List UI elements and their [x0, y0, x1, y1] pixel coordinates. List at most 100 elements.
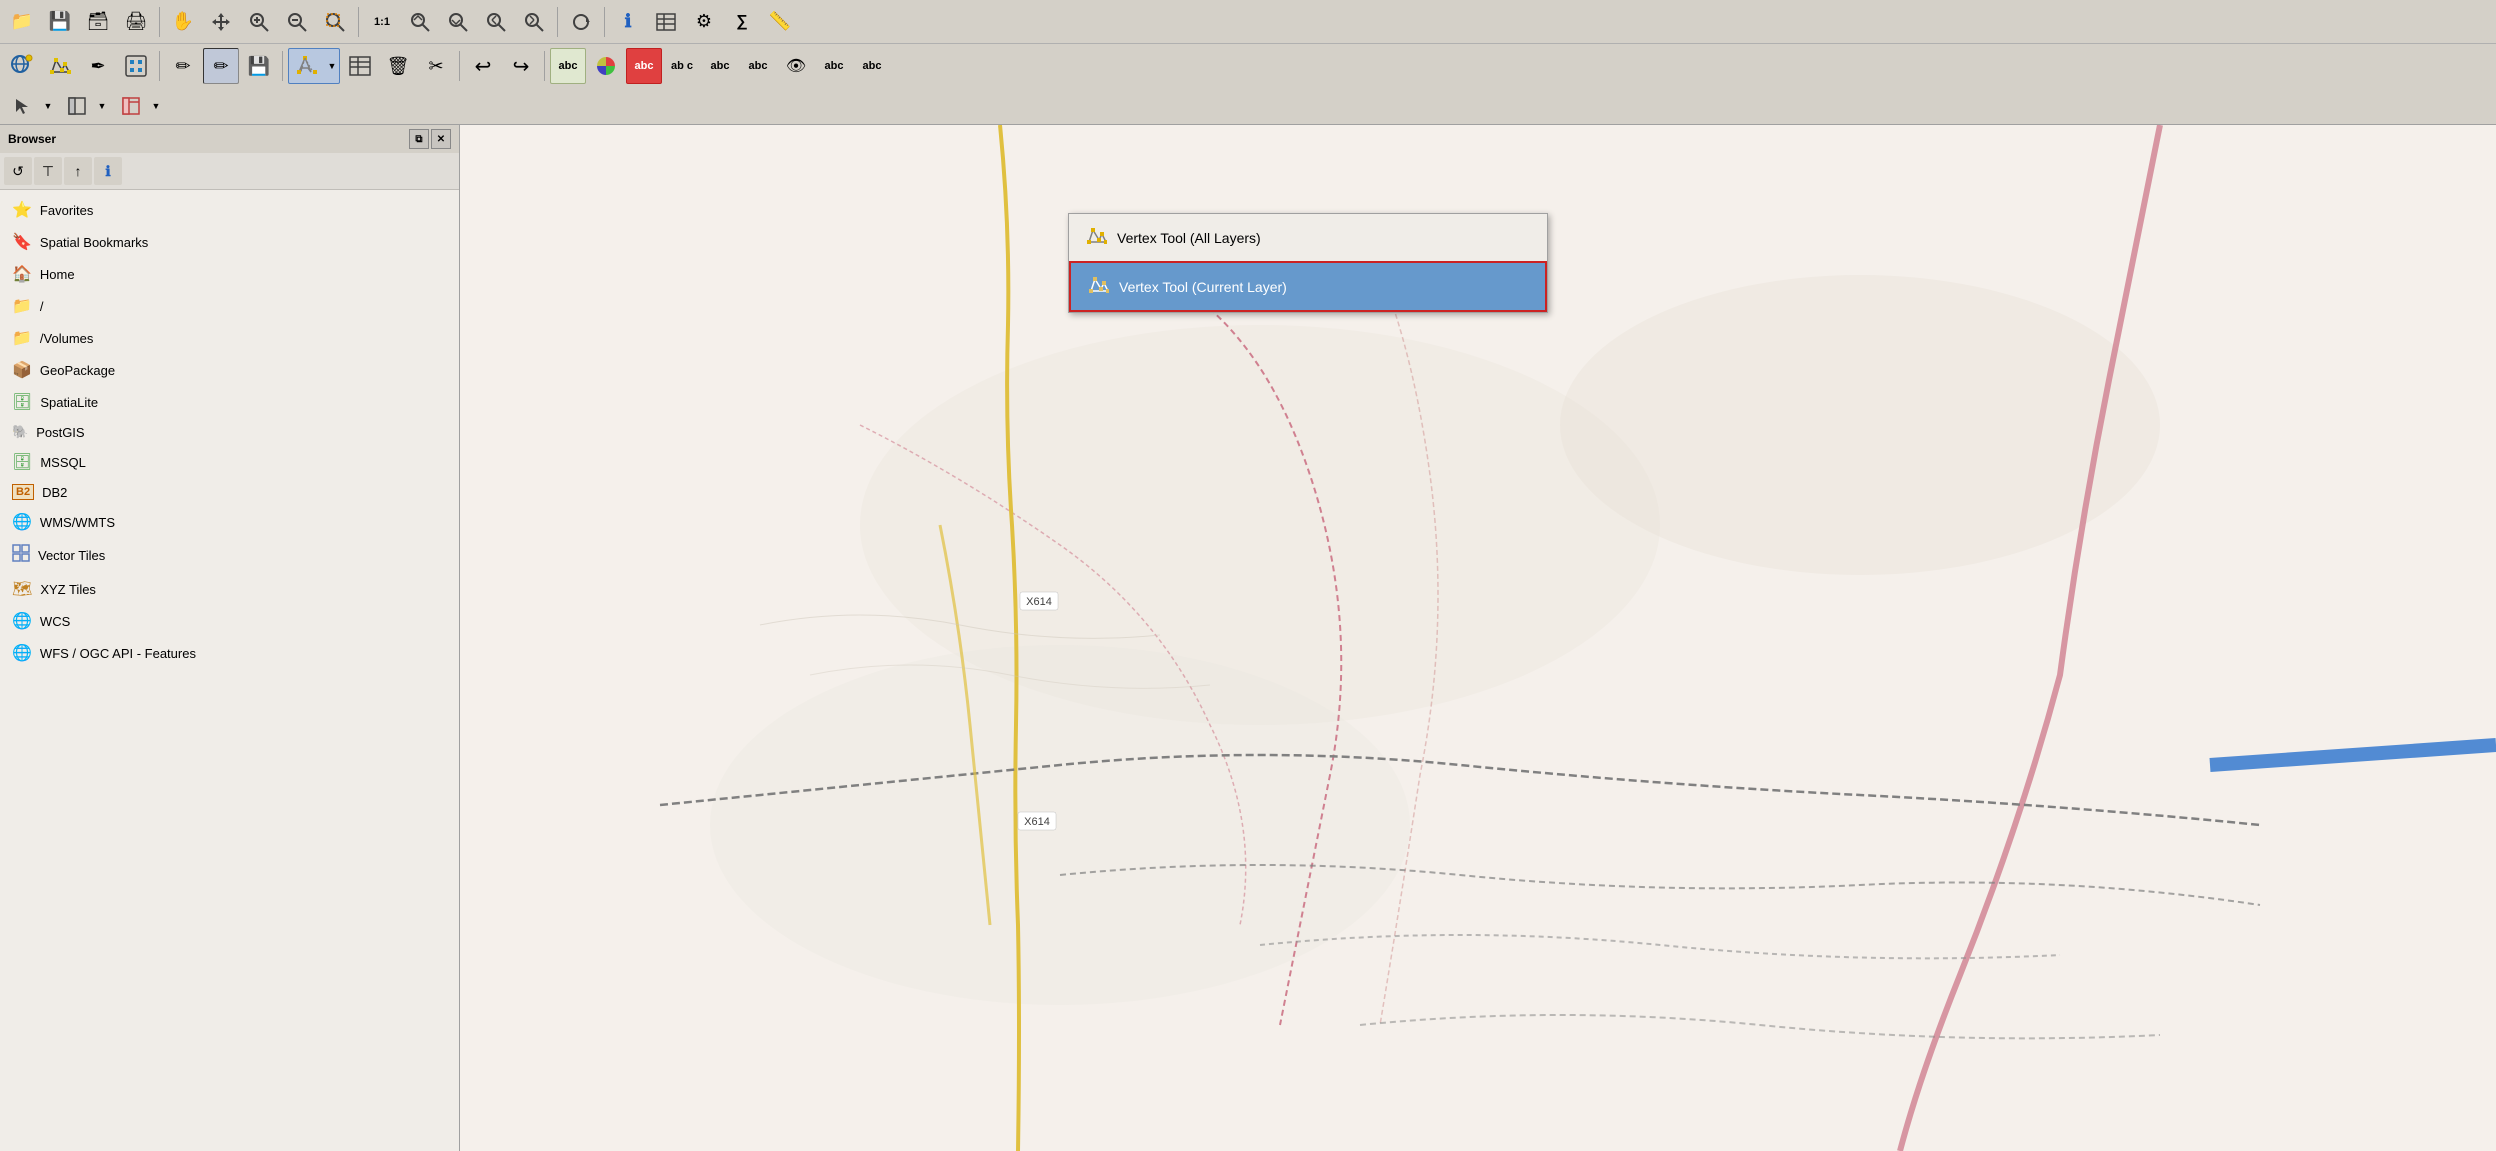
ruler-button[interactable]: 📏: [762, 4, 798, 40]
root-icon: 📁: [12, 296, 32, 316]
feather-button[interactable]: ✒: [80, 48, 116, 84]
browser-item-db2[interactable]: B2 DB2: [0, 478, 459, 506]
wfs-icon: 🌐: [12, 643, 32, 663]
browser-item-wms-wmts[interactable]: 🌐 WMS/WMTS: [0, 506, 459, 538]
svg-text:X614: X614: [1026, 596, 1052, 608]
panel-close-button[interactable]: ✕: [431, 129, 451, 149]
xyz-icon: 🗺: [12, 579, 32, 599]
separator-r2-1: [159, 51, 160, 81]
zoom-native-button[interactable]: 1:1: [364, 4, 400, 40]
vector-tiles-icon: [12, 544, 30, 567]
browser-item-favorites[interactable]: ⭐ Favorites: [0, 194, 459, 226]
eye-button[interactable]: 👁: [778, 48, 814, 84]
select-dropdown-arrow[interactable]: ▼: [41, 88, 55, 124]
postgis-label: PostGIS: [36, 425, 84, 440]
browser-item-vector-tiles[interactable]: Vector Tiles: [0, 538, 459, 573]
panel-float-button[interactable]: ⧉: [409, 129, 429, 149]
zoom-layer-button[interactable]: [440, 4, 476, 40]
pencil-button[interactable]: ✏: [165, 48, 201, 84]
spatialite-label: SpatiaLite: [40, 395, 98, 410]
vertex-tool-dropdown-button[interactable]: ▼: [288, 48, 340, 84]
map-area[interactable]: X614 X614 Vertex Tool (All Layers) Verte…: [460, 125, 2496, 1151]
undo-button[interactable]: ↩: [465, 48, 501, 84]
browser-item-wfs[interactable]: 🌐 WFS / OGC API - Features: [0, 637, 459, 669]
main-layout: Browser ⧉ ✕ ↺ ⊤ ↑ ℹ ⭐ Favorites 🔖 Spatia…: [0, 125, 2496, 1151]
panel-dropdown-arrow[interactable]: ▼: [95, 88, 109, 124]
browser-item-volumes[interactable]: 📁 /Volumes: [0, 322, 459, 354]
separator-4: [604, 7, 605, 37]
browser-item-geopackage[interactable]: 📦 GeoPackage: [0, 354, 459, 386]
delete-feature-button[interactable]: 🗑: [380, 48, 416, 84]
zoom-previous-button[interactable]: [478, 4, 514, 40]
zoom-out-button[interactable]: [279, 4, 315, 40]
zoom-full-button[interactable]: [402, 4, 438, 40]
browser-item-postgis[interactable]: 🐘 PostGIS: [0, 418, 459, 446]
zoom-in-button[interactable]: [241, 4, 277, 40]
label-button-6[interactable]: abc: [854, 48, 890, 84]
label-button-2[interactable]: ab c: [664, 48, 700, 84]
browser-item-xyz-tiles[interactable]: 🗺 XYZ Tiles: [0, 573, 459, 605]
settings-button[interactable]: ⚙: [686, 4, 722, 40]
label-button-4[interactable]: abc: [740, 48, 776, 84]
label-button-1[interactable]: abc: [550, 48, 586, 84]
label-button-3[interactable]: abc: [702, 48, 738, 84]
db2-icon: B2: [12, 484, 34, 500]
pie-chart-button[interactable]: [588, 48, 624, 84]
browser-info-button[interactable]: ℹ: [94, 157, 122, 185]
wfs-label: WFS / OGC API - Features: [40, 646, 196, 661]
vertex-tool-all-layers-label: Vertex Tool (All Layers): [1117, 230, 1261, 246]
browser-filter-button[interactable]: ⊤: [34, 157, 62, 185]
zoom-rubber-band-button[interactable]: [317, 4, 353, 40]
browser-refresh-button[interactable]: ↺: [4, 157, 32, 185]
attributes-table-button[interactable]: [648, 4, 684, 40]
save-as-button[interactable]: 🗃: [80, 4, 116, 40]
vertex-tool-dropdown-arrow[interactable]: ▼: [325, 48, 339, 84]
spatial-bookmarks-icon: 🔖: [12, 232, 32, 252]
geopackage-label: GeoPackage: [40, 363, 115, 378]
zoom-next-button[interactable]: [516, 4, 552, 40]
select-tool-dropdown[interactable]: ▼: [4, 88, 56, 124]
home-icon: 🏠: [12, 264, 32, 284]
vertex-tool-icon: [289, 48, 325, 84]
db2-label: DB2: [42, 485, 67, 500]
sum-button[interactable]: ∑: [724, 4, 760, 40]
identify-button[interactable]: ℹ: [610, 4, 646, 40]
open-folder-button[interactable]: 📁: [4, 4, 40, 40]
redo-button[interactable]: ↪: [503, 48, 539, 84]
globe-digitize-button[interactable]: [4, 48, 40, 84]
label-button-5[interactable]: abc: [816, 48, 852, 84]
browser-collapse-button[interactable]: ↑: [64, 157, 92, 185]
save-button[interactable]: 💾: [42, 4, 78, 40]
layers-dropdown-arrow[interactable]: ▼: [149, 88, 163, 124]
wms-icon: 🌐: [12, 512, 32, 532]
edit-table-button[interactable]: [342, 48, 378, 84]
separator-r2-3: [459, 51, 460, 81]
cut-feature-button[interactable]: ✂: [418, 48, 454, 84]
layers-toggle-dropdown[interactable]: ▼: [112, 88, 164, 124]
separator-r2-4: [544, 51, 545, 81]
browser-item-home[interactable]: 🏠 Home: [0, 258, 459, 290]
vertex-all-layers-button[interactable]: [42, 48, 78, 84]
vertex-tool-current-layer-label: Vertex Tool (Current Layer): [1119, 279, 1287, 295]
browser-item-spatialite[interactable]: 🗄 SpatiaLite: [0, 386, 459, 418]
browser-panel-title: Browser ⧉ ✕: [0, 125, 459, 153]
postgis-icon: 🐘: [12, 424, 28, 440]
vertex-tool-all-layers-item[interactable]: Vertex Tool (All Layers): [1069, 214, 1547, 261]
root-label: /: [40, 299, 44, 314]
save-edits-button[interactable]: 💾: [241, 48, 277, 84]
wcs-label: WCS: [40, 614, 70, 629]
move-feature-button[interactable]: [203, 4, 239, 40]
label-red-button[interactable]: abc: [626, 48, 662, 84]
print-button[interactable]: 🖨: [118, 4, 154, 40]
browser-item-wcs[interactable]: 🌐 WCS: [0, 605, 459, 637]
browser-item-spatial-bookmarks[interactable]: 🔖 Spatial Bookmarks: [0, 226, 459, 258]
pencil-active-button[interactable]: ✏: [203, 48, 239, 84]
browser-item-root[interactable]: 📁 /: [0, 290, 459, 322]
browser-item-mssql[interactable]: 🗄 MSSQL: [0, 446, 459, 478]
browser-content: ⭐ Favorites 🔖 Spatial Bookmarks 🏠 Home 📁…: [0, 190, 459, 1151]
circuit-button[interactable]: [118, 48, 154, 84]
refresh-button[interactable]: [563, 4, 599, 40]
panel-toggle-dropdown[interactable]: ▼: [58, 88, 110, 124]
pan-button[interactable]: ✋: [165, 4, 201, 40]
vertex-tool-current-layer-item[interactable]: Vertex Tool (Current Layer): [1069, 261, 1547, 312]
